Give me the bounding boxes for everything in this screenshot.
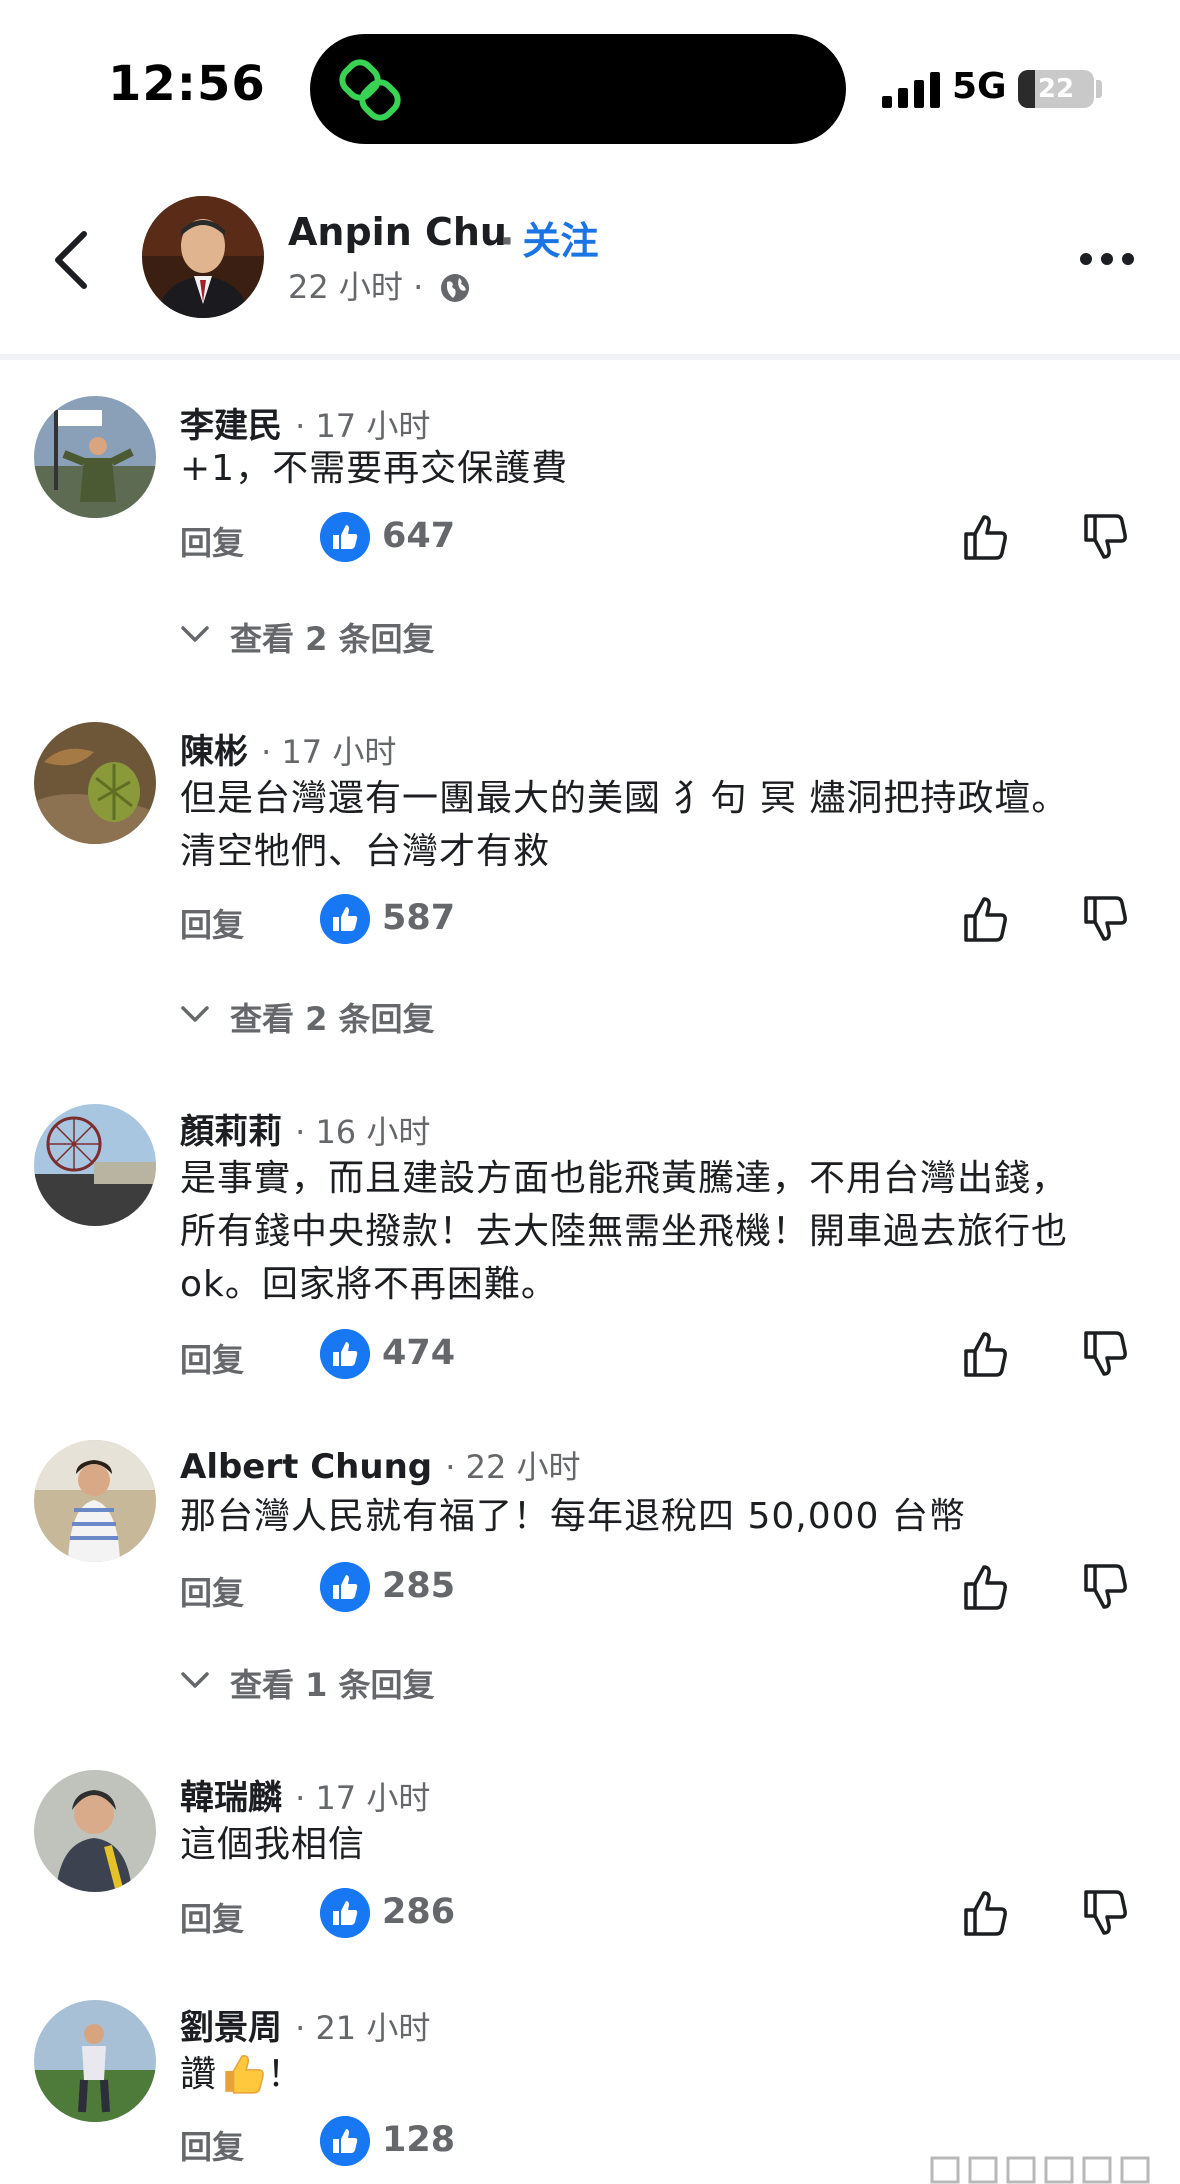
comment-text: 但是台灣還有一團最大的美國 犭句 冥 燼洞把持政壇。 清空牠們、台灣才有救 [180, 772, 1140, 878]
comment-time: · 17 小时 [295, 407, 431, 445]
comment-time: · 17 小时 [261, 733, 397, 771]
commenter-name[interactable]: 韓瑞麟 [180, 1778, 282, 1818]
reply-button[interactable]: 回复 [180, 1894, 244, 1940]
like-count: 647 [382, 516, 456, 556]
thumbs-up-icon[interactable] [958, 508, 1016, 566]
commenter-avatar[interactable] [34, 1770, 156, 1892]
thumbs-down-icon[interactable] [1078, 1325, 1136, 1383]
comment-text-line: 所有錢中央撥款！去大陸無需坐飛機！開車過去旅行也 [180, 1211, 1069, 1252]
page: 12:56 5G 22 Anpin Chu · 关注 22 小时 · 李建民 ·… [0, 0, 1180, 2184]
back-chevron-icon[interactable] [40, 220, 100, 300]
thumbs-up-emoji-icon [225, 2055, 264, 2094]
like-badge-icon [320, 894, 370, 944]
comment-time: · 17 小时 [295, 1779, 431, 1817]
chevron-down-icon [181, 1672, 209, 1688]
thumbs-down-icon[interactable] [1078, 1884, 1136, 1942]
follow-button[interactable]: · 关注 [500, 210, 598, 265]
comment-time: · 16 小时 [295, 1113, 431, 1151]
thumbs-down-icon[interactable] [1078, 890, 1136, 948]
thumbs-up-icon[interactable] [958, 1884, 1016, 1942]
battery-cap [1096, 80, 1102, 98]
author-avatar[interactable] [142, 196, 264, 318]
reply-button[interactable]: 回复 [180, 1568, 244, 1614]
comment-actions: 回复 647 [180, 508, 1140, 568]
battery-percent: 22 [1037, 74, 1075, 104]
commenter-avatar[interactable] [34, 722, 156, 844]
like-count: 587 [382, 898, 456, 938]
view-replies-label: 查看 2 条回复 [230, 620, 435, 658]
commenter-avatar[interactable] [34, 396, 156, 518]
comment-text-line: 清空牠們、台灣才有救 [180, 831, 551, 872]
comment-header: 顏莉莉 · 16 小时 [180, 1104, 430, 1153]
comment-text: 讚 ！ [180, 2048, 1140, 2101]
dynamic-island[interactable] [310, 34, 846, 144]
like-count: 286 [382, 1892, 456, 1932]
comment-header: 陳彬 · 17 小时 [180, 724, 396, 773]
like-badge-icon [320, 1329, 370, 1379]
thumbs-up-icon[interactable] [958, 1558, 1016, 1616]
comment-text-line: ok。回家將不再困難。 [180, 1264, 558, 1305]
author-name[interactable]: Anpin Chu [288, 210, 507, 254]
comment-actions: 回复 587 [180, 890, 1140, 950]
comment-actions: 回复 286 [180, 1884, 1140, 1944]
comment-header: 劉景周 · 21 小时 [180, 2000, 430, 2049]
comment-text-part: 讚 [180, 2054, 218, 2095]
commenter-name[interactable]: 李建民 [180, 406, 282, 446]
commenter-avatar[interactable] [34, 1104, 156, 1226]
like-badge-icon [320, 2116, 370, 2166]
view-replies-label: 查看 1 条回复 [230, 1666, 435, 1704]
reply-button[interactable]: 回复 [180, 518, 244, 564]
more-options-icon[interactable] [1078, 246, 1136, 272]
view-replies-label: 查看 2 条回复 [230, 1000, 435, 1038]
comment-time: · 22 小时 [445, 1448, 581, 1486]
chevron-down-icon [181, 626, 209, 642]
comment-header: 韓瑞麟 · 17 小时 [180, 1770, 430, 1819]
network-type: 5G [952, 66, 1007, 107]
status-bar: 12:56 5G 22 [0, 0, 1180, 150]
commenter-name[interactable]: 劉景周 [180, 2008, 282, 2048]
comment-time: · 21 小时 [295, 2009, 431, 2047]
comment-text: 這個我相信 [180, 1824, 366, 1865]
reply-button[interactable]: 回复 [180, 1335, 244, 1381]
commenter-avatar[interactable] [34, 2000, 156, 2122]
like-count: 474 [382, 1333, 456, 1373]
comment-actions: 回复 474 [180, 1325, 1140, 1385]
like-badge-icon [320, 1562, 370, 1612]
like-badge-icon [320, 1888, 370, 1938]
thumbs-up-icon[interactable] [958, 890, 1016, 948]
like-count: 128 [382, 2120, 456, 2160]
cellular-signal-icon [882, 72, 940, 108]
thumbs-up-icon[interactable] [958, 1325, 1016, 1383]
commenter-avatar[interactable] [34, 1440, 156, 1562]
like-badge-icon [320, 512, 370, 562]
comment-header: 李建民 · 17 小时 [180, 398, 430, 447]
comment-actions: 回复 285 [180, 1558, 1140, 1618]
post-meta: 22 小时 · [288, 262, 471, 308]
status-time: 12:56 [108, 56, 266, 112]
comment-text: +1，不需要再交保護費 [180, 448, 569, 489]
like-count: 285 [382, 1566, 456, 1606]
comment-text: 是事實，而且建設方面也能飛黃騰達，不用台灣出錢， 所有錢中央撥款！去大陸無需坐飛… [180, 1152, 1140, 1311]
post-header: Anpin Chu · 关注 22 小时 · [0, 150, 1180, 360]
globe-icon [441, 274, 470, 302]
thumbs-down-icon[interactable] [1078, 508, 1136, 566]
comment-text-line: 但是台灣還有一團最大的美國 犭句 冥 燼洞把持政壇。 [180, 778, 1069, 819]
linked-rings-app-icon [339, 59, 401, 121]
comment-text-line: 是事實，而且建設方面也能飛黃騰達，不用台灣出錢， [180, 1158, 1069, 1199]
follow-label: 关注 [522, 219, 599, 263]
thumbs-down-icon[interactable] [1078, 1558, 1136, 1616]
watermark-bars-icon [930, 2156, 1150, 2184]
battery-icon: 22 [1018, 70, 1094, 108]
reply-button[interactable]: 回复 [180, 2122, 244, 2168]
comment-text: 那台灣人民就有福了！每年退稅四 50,000 台幣 [180, 1496, 966, 1537]
commenter-name[interactable]: 顏莉莉 [180, 1112, 282, 1152]
chevron-down-icon [181, 1006, 209, 1022]
comment-text-part: ！ [267, 2054, 305, 2095]
comment-header: Albert Chung · 22 小时 [180, 1442, 580, 1488]
reply-button[interactable]: 回复 [180, 900, 244, 946]
post-time: 22 小时 · [288, 268, 424, 306]
commenter-name[interactable]: 陳彬 [180, 732, 248, 772]
commenter-name[interactable]: Albert Chung [180, 1447, 432, 1487]
